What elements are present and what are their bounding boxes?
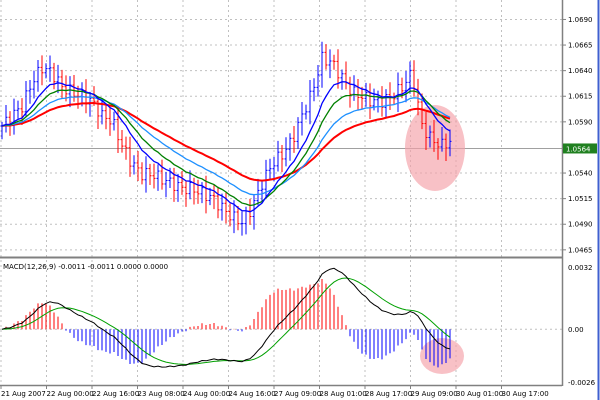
time-tick-label: 21 Aug 2007 [1, 390, 46, 398]
time-tick-label: 29 Aug 09:00 [411, 390, 458, 398]
time-tick-label: 24 Aug 00:00 [183, 390, 230, 398]
price-chart: 1.0690 1.0665 1.0640 1.0615 1.0590 1.0540 1.05… [0, 0, 600, 400]
time-tick-label: 28 Aug 17:00 [365, 390, 412, 398]
current-price-label: 1.0564 [566, 145, 591, 153]
price-axis: 1.0690 1.0665 1.0640 1.0615 1.0590 1.0540 1.05… [562, 16, 597, 387]
macd-label: MACD(12,26,9) -0.0011 -0.0011 0.0000 0.0… [3, 263, 168, 271]
time-tick-label: 24 Aug 16:00 [229, 390, 276, 398]
price-tick-label: 1.0665 [568, 42, 593, 50]
macd-tick-label: -0.0026 [568, 379, 596, 387]
price-tick-label: 1.0590 [568, 118, 593, 126]
price-tick-label: 1.0515 [568, 195, 593, 203]
time-tick-label: 30 Aug 17:00 [502, 390, 549, 398]
macd-tick-label: 0.0032 [568, 264, 593, 272]
plot-background [0, 0, 562, 385]
price-tick-label: 1.0640 [568, 67, 593, 75]
time-tick-label: 23 Aug 08:00 [138, 390, 185, 398]
price-tick-label: 1.0465 [568, 246, 593, 254]
time-tick-label: 30 Aug 01:00 [456, 390, 503, 398]
price-tick-label: 1.0690 [568, 16, 593, 24]
price-tick-label: 1.0615 [568, 93, 593, 101]
time-tick-label: 28 Aug 01:00 [320, 390, 367, 398]
time-tick-label: 27 Aug 09:00 [274, 390, 321, 398]
time-tick-label: 22 Aug 00:00 [47, 390, 94, 398]
price-tick-label: 1.0490 [568, 221, 593, 229]
price-tick-label: 1.0540 [568, 170, 593, 178]
macd-tick-label: 0.00 [568, 326, 584, 334]
highlight-price [405, 105, 465, 191]
time-axis: 21 Aug 2007 22 Aug 00:0022 Aug 16:0023 Au… [0, 385, 549, 398]
time-tick-label: 22 Aug 16:00 [92, 390, 139, 398]
